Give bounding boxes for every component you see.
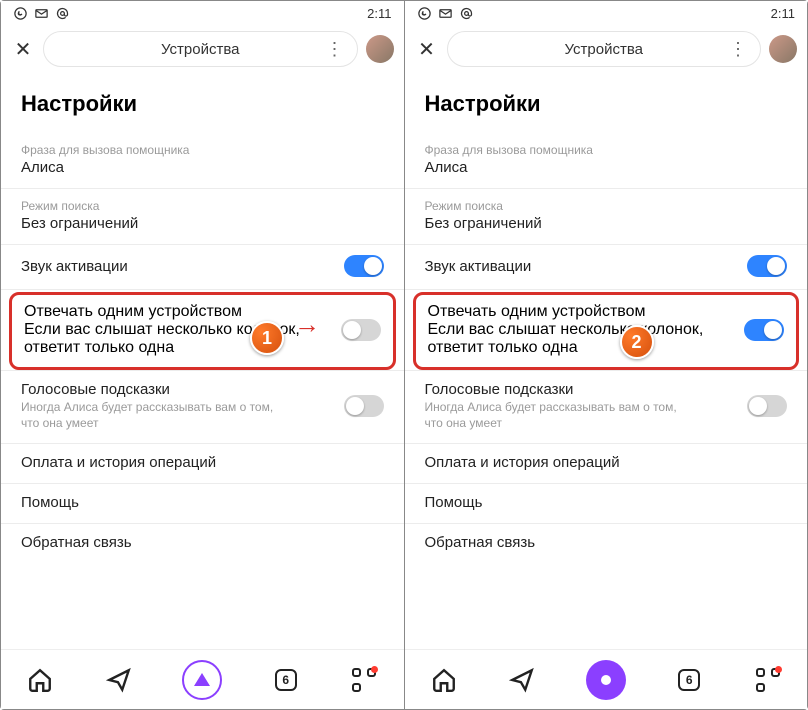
row-feedback[interactable]: Обратная связь	[1, 524, 404, 563]
row-voice-hints[interactable]: Голосовые подсказки Иногда Алиса будет р…	[1, 370, 404, 444]
row-help[interactable]: Помощь	[405, 484, 808, 524]
whatsapp-icon	[13, 6, 28, 21]
page-title: Устройства	[161, 41, 239, 58]
status-time: 2:11	[367, 6, 391, 21]
services-icon[interactable]	[349, 665, 379, 695]
tabs-icon[interactable]: 6	[271, 665, 301, 695]
mail-icon	[34, 6, 49, 21]
annotation-badge-2: 2	[620, 325, 654, 359]
send-icon[interactable]	[104, 665, 134, 695]
settings-list: Настройки Фраза для вызова помощника Али…	[405, 73, 808, 649]
close-icon[interactable]: ✕	[11, 37, 35, 62]
phone-left: 2:11 ✕ Устройства ⋮ Настройки Фраза для …	[1, 1, 404, 709]
toggle-activation-sound[interactable]	[344, 255, 384, 277]
row-activation-sound[interactable]: Звук активации	[1, 245, 404, 290]
alice-icon[interactable]	[182, 660, 222, 700]
row-search-mode[interactable]: Режим поиска Без ограничений	[405, 189, 808, 245]
status-bar: 2:11	[1, 1, 404, 25]
row-payments[interactable]: Оплата и история операций	[405, 444, 808, 484]
toggle-single-device-off[interactable]	[341, 319, 381, 341]
phone-right: 2:11 ✕ Устройства ⋮ Настройки Фраза для …	[405, 1, 808, 709]
services-icon[interactable]	[753, 665, 783, 695]
bottom-nav: 6	[1, 649, 404, 709]
alice-icon[interactable]	[586, 660, 626, 700]
more-icon[interactable]: ⋮	[729, 39, 746, 60]
mail-icon	[438, 6, 453, 21]
row-voice-hints[interactable]: Голосовые подсказки Иногда Алиса будет р…	[405, 370, 808, 444]
toggle-activation-sound[interactable]	[747, 255, 787, 277]
bottom-nav: 6	[405, 649, 808, 709]
annotation-badge-1: 1	[250, 321, 284, 355]
nav-bar: ✕ Устройства ⋮	[1, 25, 404, 73]
title-pill[interactable]: Устройства ⋮	[43, 31, 358, 67]
nav-bar: ✕ Устройства ⋮	[405, 25, 808, 73]
status-bar: 2:11	[405, 1, 808, 25]
whatsapp-icon	[417, 6, 432, 21]
avatar[interactable]	[366, 35, 394, 63]
row-feedback[interactable]: Обратная связь	[405, 524, 808, 563]
row-voice-phrase[interactable]: Фраза для вызова помощника Алиса	[1, 133, 404, 189]
row-search-mode[interactable]: Режим поиска Без ограничений	[1, 189, 404, 245]
at-icon	[55, 6, 70, 21]
row-single-device-highlight: Отвечать одним устройством Если вас слыш…	[9, 292, 396, 370]
annotation-arrow: →	[294, 309, 320, 340]
status-time: 2:11	[771, 6, 795, 21]
home-icon[interactable]	[429, 665, 459, 695]
row-payments[interactable]: Оплата и история операций	[1, 444, 404, 484]
avatar[interactable]	[769, 35, 797, 63]
row-help[interactable]: Помощь	[1, 484, 404, 524]
send-icon[interactable]	[507, 665, 537, 695]
tabs-icon[interactable]: 6	[674, 665, 704, 695]
at-icon	[459, 6, 474, 21]
toggle-voice-hints[interactable]	[344, 395, 384, 417]
heading: Настройки	[1, 77, 404, 133]
home-icon[interactable]	[25, 665, 55, 695]
toggle-single-device-on[interactable]	[744, 319, 784, 341]
title-pill[interactable]: Устройства ⋮	[447, 31, 762, 67]
settings-list: Настройки Фраза для вызова помощника Али…	[1, 73, 404, 649]
page-title: Устройства	[565, 41, 643, 58]
row-voice-phrase[interactable]: Фраза для вызова помощника Алиса	[405, 133, 808, 189]
more-icon[interactable]: ⋮	[326, 39, 343, 60]
row-activation-sound[interactable]: Звук активации	[405, 245, 808, 290]
row-single-device-highlight: Отвечать одним устройством Если вас слыш…	[413, 292, 800, 370]
toggle-voice-hints[interactable]	[747, 395, 787, 417]
heading: Настройки	[405, 77, 808, 133]
close-icon[interactable]: ✕	[415, 37, 439, 62]
